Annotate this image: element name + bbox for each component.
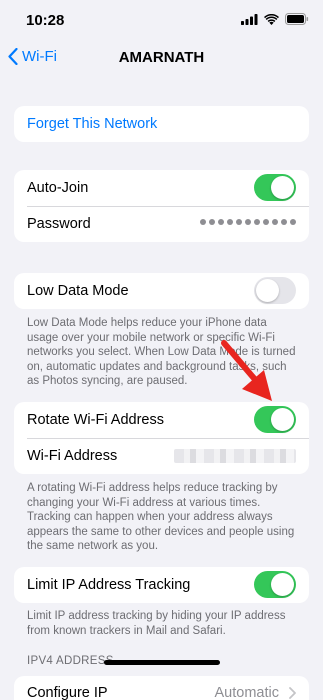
- chevron-right-icon: [289, 687, 296, 699]
- toggle-knob: [271, 176, 294, 199]
- wifi-signal-icon: [264, 13, 279, 25]
- limit-ip-row: Limit IP Address Tracking: [14, 567, 309, 603]
- battery-icon: [285, 13, 309, 25]
- low-data-toggle[interactable]: [254, 277, 296, 304]
- toggle-knob: [271, 408, 294, 431]
- forget-network-card: Forget This Network: [14, 106, 309, 142]
- wifi-address-value-redacted: [174, 449, 296, 463]
- ipv4-card: Configure IP Automatic: [14, 676, 309, 700]
- auto-join-toggle[interactable]: [254, 174, 296, 201]
- password-row[interactable]: Password: [14, 206, 309, 242]
- limit-ip-card: Limit IP Address Tracking: [14, 567, 309, 603]
- limit-ip-toggle[interactable]: [254, 571, 296, 598]
- limit-ip-footer: Limit IP address tracking by hiding your…: [27, 610, 286, 637]
- password-masked-dots: [200, 219, 296, 225]
- wifi-address-row: Wi-Fi Address: [14, 438, 309, 474]
- status-time: 10:28: [26, 12, 65, 29]
- rotate-address-footer: A rotating Wi-Fi address helps reduce tr…: [27, 482, 295, 552]
- join-settings-card: Auto-Join Password: [14, 170, 309, 242]
- status-bar: 10:28: [0, 0, 323, 40]
- toggle-knob: [256, 279, 279, 302]
- page-title: AMARNATH: [118, 49, 205, 66]
- annotation-arrow-icon: [221, 340, 272, 401]
- rotate-address-toggle[interactable]: [254, 406, 296, 433]
- forget-network-row[interactable]: Forget This Network: [14, 106, 309, 142]
- rotate-address-row: Rotate Wi-Fi Address: [14, 402, 309, 438]
- auto-join-row: Auto-Join: [14, 170, 309, 206]
- toggle-knob: [271, 573, 294, 596]
- ipv4-section-header: IPV4 ADDRESS: [27, 655, 114, 667]
- low-data-row: Low Data Mode: [14, 273, 309, 309]
- status-icons: [241, 13, 309, 25]
- rotate-address-card: Rotate Wi-Fi Address Wi-Fi Address: [14, 402, 309, 474]
- forget-network-button[interactable]: Forget This Network: [27, 116, 309, 132]
- cellular-signal-icon: [241, 13, 258, 25]
- configure-ip-value: Automatic: [214, 685, 279, 700]
- home-indicator: [104, 660, 220, 665]
- configure-ip-row[interactable]: Configure IP Automatic: [14, 676, 309, 700]
- low-data-card: Low Data Mode: [14, 273, 309, 309]
- navigation-bar: Wi-Fi AMARNATH: [0, 42, 323, 74]
